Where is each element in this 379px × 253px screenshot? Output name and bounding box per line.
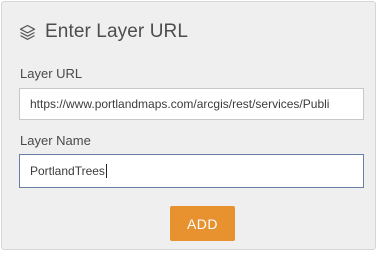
layer-url-label: Layer URL	[20, 66, 83, 81]
add-button[interactable]: ADD	[170, 206, 235, 241]
panel-title: Enter Layer URL	[45, 21, 189, 42]
panel-header: Enter Layer URL	[19, 20, 188, 44]
layer-name-input[interactable]: PortlandTrees	[19, 154, 364, 188]
layer-url-value: https://www.portlandmaps.com/arcgis/rest…	[30, 97, 330, 111]
add-layer-panel: Enter Layer URL Layer URL https://www.po…	[1, 1, 376, 250]
layer-url-input[interactable]: https://www.portlandmaps.com/arcgis/rest…	[19, 88, 364, 120]
layer-name-value: PortlandTrees	[30, 164, 105, 178]
layers-icon	[19, 24, 36, 41]
text-caret	[105, 164, 107, 178]
layer-name-label: Layer Name	[20, 133, 91, 148]
